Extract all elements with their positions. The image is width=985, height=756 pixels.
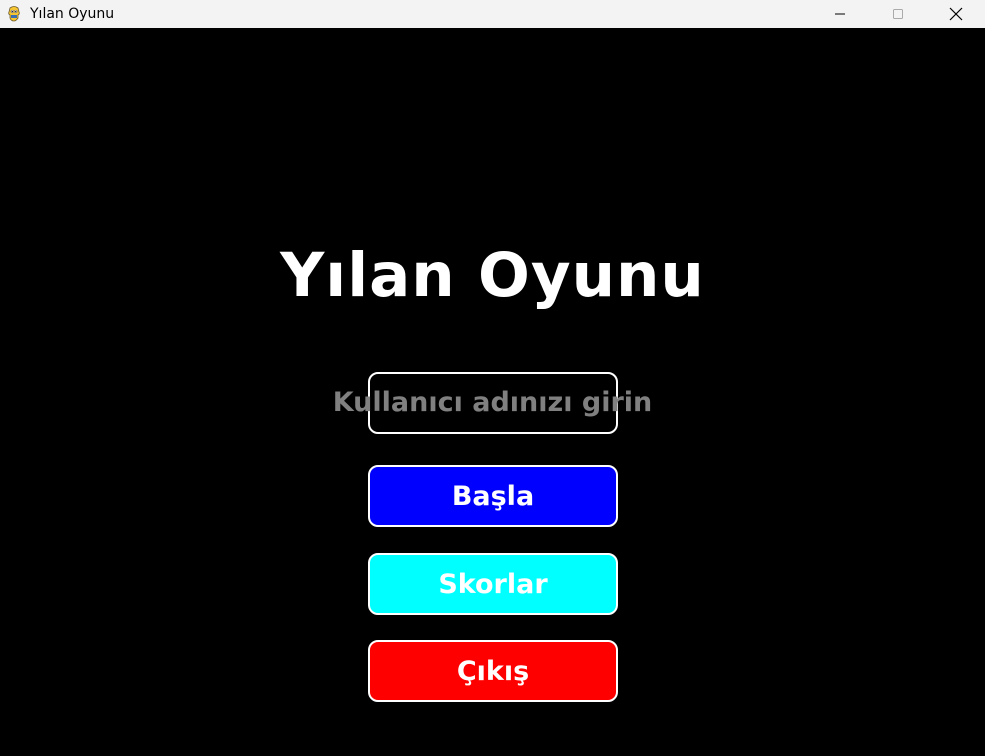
start-button[interactable]: Başla (368, 465, 618, 527)
minimize-button[interactable] (811, 0, 869, 28)
window-controls (811, 0, 985, 28)
exit-button[interactable]: Çıkış (368, 640, 618, 702)
app-window: Yılan Oyunu Yılan Oyunu Kullanıcı adınız… (0, 0, 985, 756)
maximize-button[interactable] (869, 0, 927, 28)
close-button[interactable] (927, 0, 985, 28)
close-icon (949, 7, 963, 21)
game-title: Yılan Oyunu (280, 240, 705, 311)
minimize-icon (835, 13, 845, 15)
username-input[interactable] (368, 372, 618, 434)
window-title: Yılan Oyunu (30, 6, 115, 22)
game-canvas: Yılan Oyunu Kullanıcı adınızı girin Başl… (0, 28, 985, 756)
scores-button[interactable]: Skorlar (368, 553, 618, 615)
maximize-icon (893, 9, 903, 19)
app-icon (5, 5, 23, 23)
title-bar[interactable]: Yılan Oyunu (0, 0, 985, 28)
